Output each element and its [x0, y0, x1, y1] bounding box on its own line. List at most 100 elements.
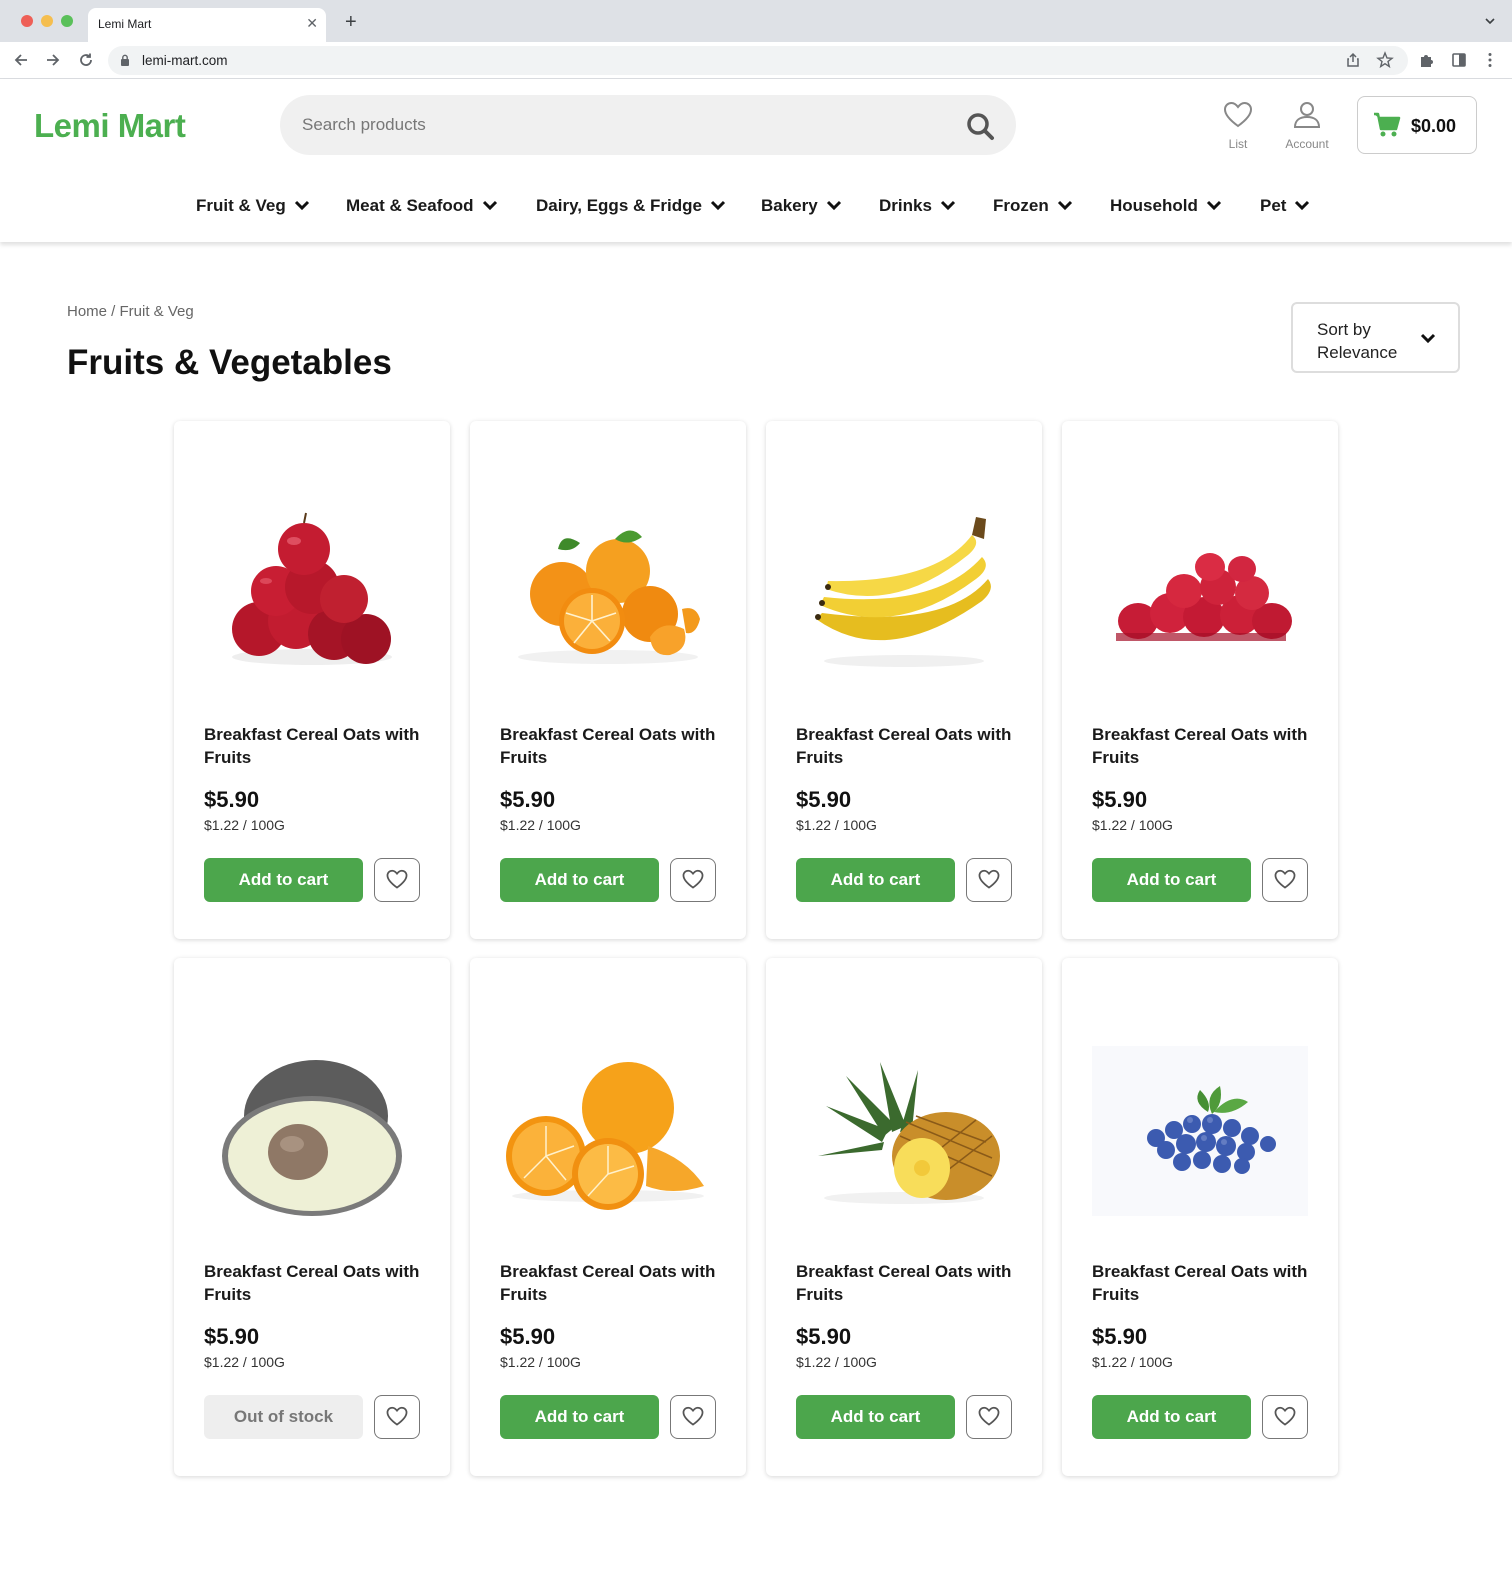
- category-label: Dairy, Eggs & Fridge: [536, 196, 702, 215]
- add-to-cart-button[interactable]: Add to cart: [500, 858, 659, 902]
- product-card[interactable]: Breakfast Cereal Oats with Fruits $5.90 …: [1062, 958, 1338, 1476]
- product-price: $5.90: [500, 787, 556, 812]
- address-bar[interactable]: lemi-mart.com: [108, 46, 1408, 75]
- product-price: $5.90: [204, 787, 260, 812]
- category-frozen[interactable]: Frozen: [993, 196, 1073, 216]
- list-label: List: [1228, 137, 1248, 151]
- product-name[interactable]: Breakfast Cereal Oats with Fruits: [796, 723, 1021, 769]
- list-button[interactable]: List: [1216, 101, 1260, 151]
- unit-price: $1.22 / 100G: [796, 817, 877, 833]
- unit-price: $1.22 / 100G: [204, 817, 285, 833]
- product-name[interactable]: Breakfast Cereal Oats with Fruits: [500, 723, 725, 769]
- unit-price: $1.22 / 100G: [1092, 817, 1173, 833]
- product-name[interactable]: Breakfast Cereal Oats with Fruits: [500, 1260, 725, 1306]
- chevron-down-icon: [940, 200, 955, 211]
- reload-icon[interactable]: [77, 51, 95, 69]
- product-name[interactable]: Breakfast Cereal Oats with Fruits: [1092, 1260, 1317, 1306]
- back-arrow-icon[interactable]: [12, 51, 30, 69]
- category-label: Bakery: [761, 196, 818, 215]
- category-bakery[interactable]: Bakery: [761, 196, 842, 216]
- category-label: Fruit & Veg: [196, 196, 286, 215]
- heart-icon: [682, 1406, 704, 1426]
- search-icon[interactable]: [964, 110, 996, 142]
- category-label: Household: [1110, 196, 1198, 215]
- user-icon: [1293, 102, 1321, 128]
- heart-icon: [1223, 101, 1253, 128]
- wishlist-button[interactable]: [1262, 858, 1308, 902]
- lock-icon: [121, 54, 129, 66]
- chevron-down-icon: [826, 200, 841, 211]
- browser-tab[interactable]: Lemi Mart ✕: [88, 8, 326, 42]
- wishlist-button[interactable]: [374, 858, 420, 902]
- category-dairy[interactable]: Dairy, Eggs & Fridge: [536, 196, 726, 216]
- category-label: Pet: [1260, 196, 1287, 215]
- wishlist-button[interactable]: [374, 1395, 420, 1439]
- tab-close-icon[interactable]: ✕: [306, 15, 318, 32]
- account-button[interactable]: Account: [1278, 101, 1336, 151]
- tab-title: Lemi Mart: [98, 17, 152, 31]
- maximize-window-button[interactable]: [61, 15, 73, 27]
- heart-icon: [386, 1406, 408, 1426]
- product-price: $5.90: [796, 787, 852, 812]
- wishlist-button[interactable]: [966, 1395, 1012, 1439]
- chevron-down-icon: [710, 200, 726, 211]
- browser-menu-icon[interactable]: [1481, 51, 1499, 69]
- product-card[interactable]: Breakfast Cereal Oats with Fruits $5.90 …: [174, 421, 450, 939]
- product-card[interactable]: Breakfast Cereal Oats with Fruits $5.90 …: [766, 421, 1042, 939]
- minimize-window-button[interactable]: [41, 15, 53, 27]
- product-name[interactable]: Breakfast Cereal Oats with Fruits: [1092, 723, 1317, 769]
- product-card[interactable]: Breakfast Cereal Oats with Fruits $5.90 …: [174, 958, 450, 1476]
- close-window-button[interactable]: [21, 15, 33, 27]
- product-price: $5.90: [204, 1324, 260, 1349]
- wishlist-button[interactable]: [670, 858, 716, 902]
- add-to-cart-button[interactable]: Add to cart: [204, 858, 363, 902]
- product-card[interactable]: Breakfast Cereal Oats with Fruits $5.90 …: [1062, 421, 1338, 939]
- new-tab-icon[interactable]: +: [345, 12, 357, 32]
- category-household[interactable]: Household: [1110, 196, 1222, 216]
- wishlist-button[interactable]: [966, 858, 1012, 902]
- product-card[interactable]: Breakfast Cereal Oats with Fruits $5.90 …: [470, 421, 746, 939]
- product-card[interactable]: Breakfast Cereal Oats with Fruits $5.90 …: [766, 958, 1042, 1476]
- search-input[interactable]: [302, 113, 942, 137]
- category-label: Frozen: [993, 196, 1049, 215]
- unit-price: $1.22 / 100G: [204, 1354, 285, 1370]
- product-name[interactable]: Breakfast Cereal Oats with Fruits: [204, 723, 429, 769]
- wishlist-button[interactable]: [1262, 1395, 1308, 1439]
- side-panel-icon[interactable]: [1450, 51, 1468, 69]
- unit-price: $1.22 / 100G: [500, 817, 581, 833]
- product-name[interactable]: Breakfast Cereal Oats with Fruits: [204, 1260, 429, 1306]
- sort-selected-value: Relevance: [1317, 343, 1398, 362]
- bananas-image: [815, 517, 991, 667]
- site-logo[interactable]: Lemi Mart: [34, 107, 186, 145]
- product-name[interactable]: Breakfast Cereal Oats with Fruits: [796, 1260, 1021, 1306]
- add-to-cart-button[interactable]: Add to cart: [796, 858, 955, 902]
- add-to-cart-button[interactable]: Add to cart: [500, 1395, 659, 1439]
- product-card[interactable]: Breakfast Cereal Oats with Fruits $5.90 …: [470, 958, 746, 1476]
- category-label: Meat & Seafood: [346, 196, 474, 215]
- chevron-down-icon: [1295, 200, 1310, 211]
- category-drinks[interactable]: Drinks: [879, 196, 956, 216]
- forward-arrow-icon[interactable]: [44, 51, 62, 69]
- url-text: lemi-mart.com: [142, 53, 228, 68]
- category-meat-seafood[interactable]: Meat & Seafood: [346, 196, 498, 216]
- bookmark-star-icon[interactable]: [1376, 51, 1394, 69]
- browser-toolbar: lemi-mart.com: [0, 42, 1512, 79]
- mandarins-image: [518, 530, 700, 664]
- category-pet[interactable]: Pet: [1260, 196, 1310, 216]
- category-fruit-veg[interactable]: Fruit & Veg: [196, 196, 310, 216]
- chevron-down-icon: [482, 200, 497, 211]
- chevron-down-icon: [1206, 200, 1221, 211]
- add-to-cart-button[interactable]: Add to cart: [1092, 1395, 1251, 1439]
- breadcrumb[interactable]: Home / Fruit & Veg: [67, 303, 194, 320]
- wishlist-button[interactable]: [670, 1395, 716, 1439]
- share-icon[interactable]: [1344, 51, 1362, 69]
- tab-search-chevron-icon[interactable]: [1484, 15, 1496, 27]
- add-to-cart-button[interactable]: Add to cart: [1092, 858, 1251, 902]
- add-to-cart-button[interactable]: Add to cart: [796, 1395, 955, 1439]
- cart-button[interactable]: $0.00: [1357, 96, 1477, 154]
- sort-dropdown[interactable]: Sort by Relevance: [1291, 302, 1460, 373]
- raspberries-image: [1116, 553, 1292, 641]
- sort-label: Sort by Relevance: [1317, 318, 1397, 364]
- shopping-cart-icon: [1374, 112, 1401, 137]
- extensions-puzzle-icon[interactable]: [1418, 51, 1436, 69]
